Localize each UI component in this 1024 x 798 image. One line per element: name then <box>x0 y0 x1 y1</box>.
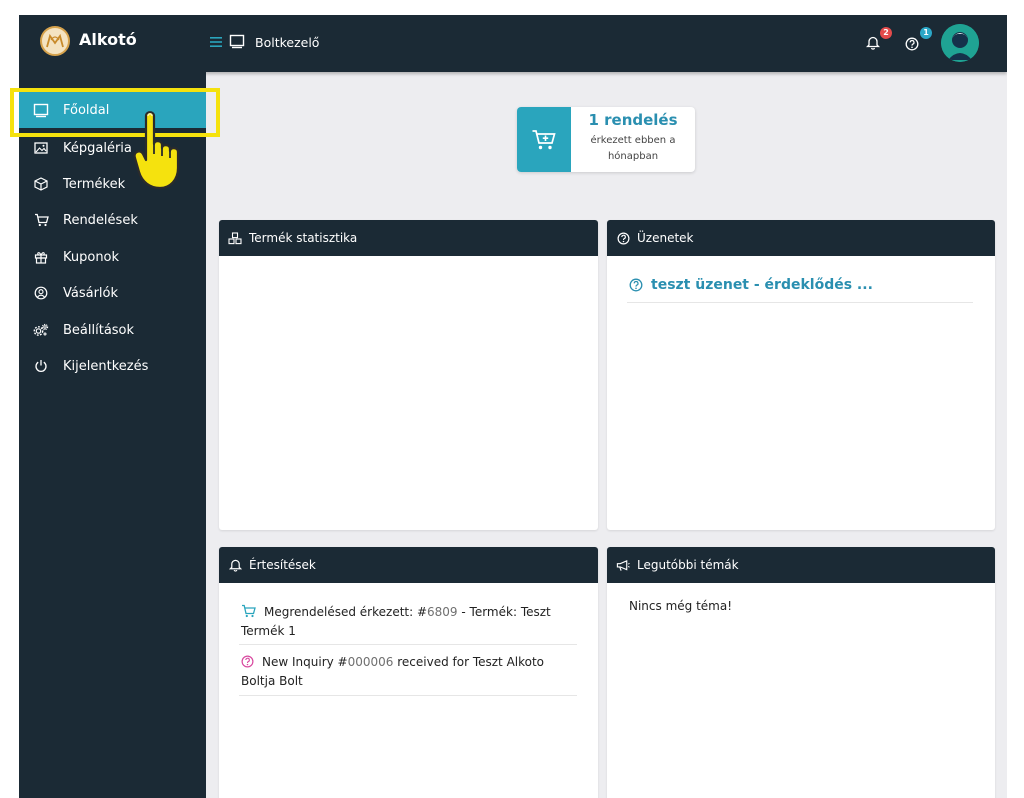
orders-stat-card[interactable]: 1 rendelés érkezett ebben a hónapban <box>517 107 695 172</box>
orders-count: 1 rendelés <box>588 111 678 129</box>
sidebar-item-label: Termékek <box>63 176 126 192</box>
box-icon <box>33 176 49 192</box>
hamburger-menu-icon[interactable] <box>209 34 223 48</box>
message-subject: teszt üzenet - érdeklődés ... <box>651 277 873 293</box>
notifications-panel: Értesítések Megrendelésed érkezett: #680… <box>219 547 598 798</box>
sidebar-item-label: Képgaléria <box>63 140 132 156</box>
bell-icon[interactable] <box>865 35 881 54</box>
section-title: Boltkezelő <box>255 35 320 50</box>
sidebar-item-beallitasok[interactable]: Beállítások <box>19 312 206 348</box>
divider <box>239 695 577 696</box>
panel-title: Értesítések <box>249 558 316 572</box>
image-icon <box>33 140 49 156</box>
notification-text: New Inquiry # <box>262 655 348 669</box>
sidebar-item-vasarlok[interactable]: Vásárlók <box>19 275 206 311</box>
top-bar: Alkotó Boltkezelő 2 1 <box>19 15 1007 72</box>
panel-title: Üzenetek <box>637 231 694 245</box>
message-link[interactable]: teszt üzenet - érdeklődés ... <box>629 277 873 293</box>
empty-state-text: Nincs még téma! <box>629 599 733 613</box>
user-circle-icon <box>33 285 49 301</box>
power-icon <box>33 358 49 374</box>
pointing-hand-icon <box>132 110 194 196</box>
user-avatar[interactable] <box>941 24 979 62</box>
orders-caption: érkezett ebben a hónapban <box>590 135 676 162</box>
megaphone-icon <box>616 558 630 572</box>
sidebar-item-label: Kuponok <box>63 249 120 265</box>
sidebar-item-kuponok[interactable]: Kuponok <box>19 239 206 275</box>
question-icon <box>629 278 643 292</box>
gift-icon <box>33 249 49 265</box>
brand-logo-icon[interactable] <box>40 26 70 56</box>
notification-text: Megrendelésed érkezett: # <box>264 605 428 619</box>
divider <box>239 644 577 645</box>
question-icon <box>616 231 630 245</box>
bell-icon <box>228 558 242 572</box>
inquiry-number: 000006 <box>347 655 394 669</box>
sidebar-item-label: Rendelések <box>63 212 138 228</box>
latest-topics-panel: Legutóbbi témák Nincs még téma! <box>607 547 995 798</box>
messages-panel: Üzenetek teszt üzenet - érdeklődés ... <box>607 220 995 530</box>
panel-title: Termék statisztika <box>249 231 358 245</box>
sidebar-item-label: Vásárlók <box>63 285 119 301</box>
help-icon[interactable] <box>905 36 919 55</box>
panel-header: Termék statisztika <box>219 220 598 256</box>
panel-header: Értesítések <box>219 547 598 583</box>
sidebar-item-label: Beállítások <box>63 322 135 338</box>
notification-item[interactable]: Megrendelésed érkezett: #6809 - Termék: … <box>241 604 581 640</box>
sidebar-item-label: Kijelentkezés <box>63 358 149 374</box>
cart-plus-icon <box>517 107 571 172</box>
panel-title: Legutóbbi témák <box>637 558 739 572</box>
panel-header: Üzenetek <box>607 220 995 256</box>
monitor-icon <box>229 34 245 53</box>
notification-item[interactable]: New Inquiry #000006 received for Teszt A… <box>241 654 581 690</box>
sidebar-item-rendelesek[interactable]: Rendelések <box>19 202 206 238</box>
cart-icon <box>241 604 256 623</box>
divider <box>627 302 973 303</box>
brand-name[interactable]: Alkotó <box>79 30 137 49</box>
cubes-icon <box>228 231 242 245</box>
panel-header: Legutóbbi témák <box>607 547 995 583</box>
sidebar-item-kijelentkezes[interactable]: Kijelentkezés <box>19 348 206 384</box>
cart-icon <box>33 212 49 228</box>
order-number: 6809 <box>427 605 458 619</box>
product-stats-panel: Termék statisztika <box>219 220 598 530</box>
gears-icon <box>33 322 49 338</box>
question-icon <box>241 655 254 673</box>
notifications-badge: 2 <box>880 27 892 39</box>
help-badge: 1 <box>920 27 932 39</box>
